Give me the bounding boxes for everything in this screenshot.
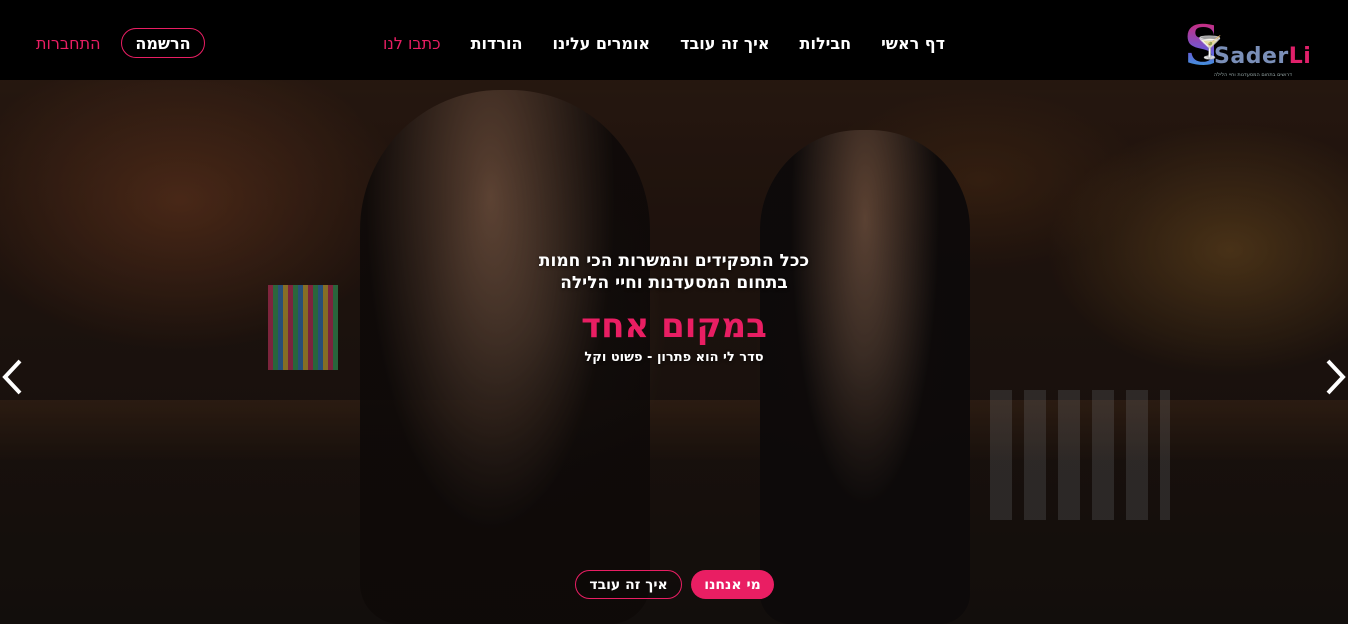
chevron-right-icon[interactable] xyxy=(1322,357,1348,397)
nav-item-packages[interactable]: חבילות xyxy=(800,34,852,53)
logo-text: SaderLi xyxy=(1214,44,1312,69)
nav-item-contact[interactable]: כתבו לנו xyxy=(383,34,441,53)
nav-item-home[interactable]: דף ראשי xyxy=(881,34,945,53)
hero-line-1: ככל התפקידים והמשרות הכי חמות xyxy=(538,251,810,271)
nav-item-downloads[interactable]: הורדות xyxy=(471,34,523,53)
nav-item-testimonials[interactable]: אומרים עלינו xyxy=(553,34,651,53)
navbar: S 🍸 SaderLi דרושים בתחום המסעדנות וחיי ה… xyxy=(0,0,1348,80)
register-button[interactable]: הרשמה xyxy=(121,28,205,58)
login-link[interactable]: התחברות xyxy=(36,34,101,53)
logo-tagline: דרושים בתחום המסעדנות וחיי הלילה xyxy=(1214,72,1292,78)
hero-text: ככל התפקידים והמשרות הכי חמות בתחום המסע… xyxy=(474,250,874,365)
main-menu: דף ראשי חבילות איך זה עובד אומרים עלינו … xyxy=(383,28,945,58)
about-us-button[interactable]: מי אנחנו xyxy=(691,570,774,599)
page: S 🍸 SaderLi דרושים בתחום המסעדנות וחיי ה… xyxy=(0,0,1348,624)
hero-line-2: בתחום המסעדנות וחיי הלילה xyxy=(560,273,788,293)
hero-subtitle: סדר לי הוא פתרון - פשוט וקל xyxy=(584,350,764,365)
logo[interactable]: S 🍸 SaderLi דרושים בתחום המסעדנות וחיי ה… xyxy=(1184,14,1312,78)
hero-headline: במקום אחד xyxy=(581,306,767,346)
how-it-works-button[interactable]: איך זה עובד xyxy=(575,570,682,599)
nav-item-how-it-works[interactable]: איך זה עובד xyxy=(680,34,769,53)
chevron-left-icon[interactable] xyxy=(0,357,26,397)
